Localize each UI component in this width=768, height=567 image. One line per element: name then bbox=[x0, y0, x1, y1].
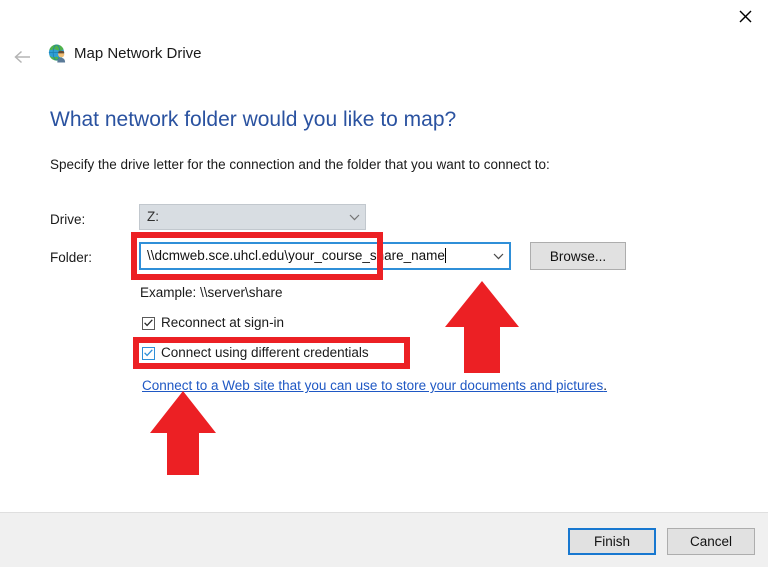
browse-button[interactable]: Browse... bbox=[530, 242, 626, 270]
reconnect-at-sign-in-checkbox[interactable]: Reconnect at sign-in bbox=[142, 313, 284, 333]
chevron-down-icon[interactable] bbox=[487, 253, 509, 260]
web-site-link-text: Connect to a Web site that you can use t… bbox=[142, 378, 604, 393]
checkbox-checked-icon bbox=[142, 346, 155, 360]
back-arrow-icon[interactable] bbox=[10, 44, 36, 70]
drive-combobox[interactable]: Z: bbox=[139, 204, 366, 230]
wizard-header: Map Network Drive bbox=[0, 38, 768, 76]
wizard-title: Map Network Drive bbox=[74, 45, 202, 62]
page-subtitle: Specify the drive letter for the connect… bbox=[50, 157, 550, 172]
web-site-link-period: . bbox=[603, 378, 608, 393]
chevron-down-icon bbox=[343, 214, 365, 221]
cancel-button[interactable]: Cancel bbox=[667, 528, 755, 555]
example-hint: Example: \\server\share bbox=[140, 285, 283, 300]
folder-label: Folder: bbox=[50, 250, 93, 265]
close-icon[interactable] bbox=[722, 0, 768, 32]
folder-input-value: \\dcmweb.sce.uhcl.edu\your_course_share_… bbox=[147, 248, 445, 263]
web-site-link[interactable]: Connect to a Web site that you can use t… bbox=[142, 376, 607, 396]
folder-combobox[interactable]: \\dcmweb.sce.uhcl.edu\your_course_share_… bbox=[139, 242, 511, 270]
dialog-titlebar bbox=[0, 0, 768, 33]
map-network-drive-dialog: Map Network Drive What network folder wo… bbox=[0, 0, 768, 567]
page-title: What network folder would you like to ma… bbox=[50, 108, 457, 131]
connect-using-different-credentials-label: Connect using different credentials bbox=[161, 345, 369, 360]
checkbox-checked-icon bbox=[142, 316, 155, 330]
map-network-drive-icon bbox=[47, 43, 69, 65]
drive-selected-value: Z: bbox=[147, 209, 159, 224]
folder-input[interactable]: \\dcmweb.sce.uhcl.edu\your_course_share_… bbox=[141, 247, 487, 265]
connect-using-different-credentials-checkbox[interactable]: Connect using different credentials bbox=[142, 343, 369, 363]
reconnect-at-sign-in-label: Reconnect at sign-in bbox=[161, 315, 285, 330]
text-caret bbox=[444, 248, 446, 263]
drive-label: Drive: bbox=[50, 212, 86, 227]
finish-button[interactable]: Finish bbox=[568, 528, 656, 555]
